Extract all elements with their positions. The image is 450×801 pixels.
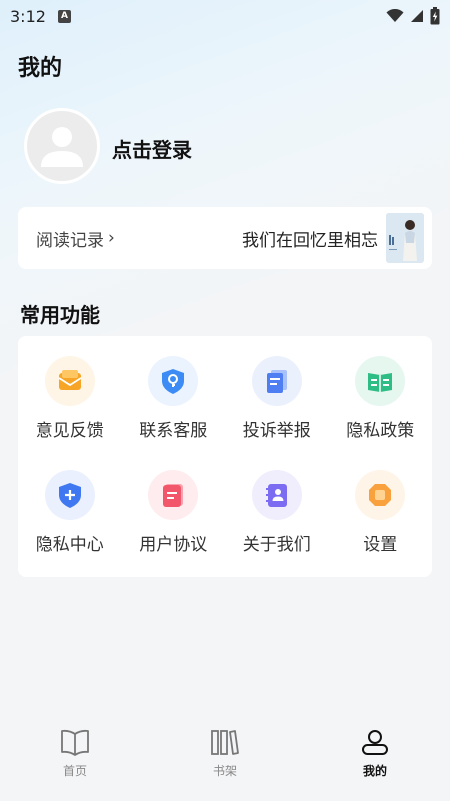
about-us-button[interactable]: 关于我们 <box>225 470 329 566</box>
battery-icon <box>430 7 440 25</box>
customer-service-icon <box>148 356 199 406</box>
wifi-icon <box>386 9 404 22</box>
feedback-icon <box>44 356 95 406</box>
complaint-report-button[interactable]: 投诉举报 <box>225 356 329 452</box>
privacy-center-label: 隐私中心 <box>35 535 104 555</box>
book-open-icon <box>61 729 89 756</box>
nav-bookshelf[interactable]: 书架 <box>175 728 275 779</box>
chevron-right-icon: › <box>108 228 115 248</box>
about-us-label: 关于我们 <box>242 535 311 555</box>
nav-profile-label: 我的 <box>362 764 387 778</box>
about-us-icon <box>251 470 302 520</box>
default-avatar-icon <box>41 127 83 167</box>
notification-icon: A <box>57 9 71 23</box>
profile-icon <box>362 730 388 755</box>
privacy-policy-label: 隐私政策 <box>346 421 415 441</box>
nav-home-label: 首页 <box>62 764 87 778</box>
signal-icon <box>411 10 423 22</box>
section-title: 常用功能 <box>20 303 100 327</box>
user-agreement-icon <box>148 470 199 520</box>
nav-profile[interactable]: 我的 <box>325 728 425 779</box>
bookshelf-icon <box>211 730 239 755</box>
user-agreement-button[interactable]: 用户协议 <box>122 470 226 566</box>
page-title: 我的 <box>18 56 63 81</box>
customer-service-button[interactable]: 联系客服 <box>122 356 226 452</box>
functions-grid: 意见反馈 联系客服 投诉举报 隐私政策 隐私中心 用户协议 关于我们 设置 <box>18 356 432 566</box>
privacy-center-button[interactable]: 隐私中心 <box>18 470 122 566</box>
feedback-label: 意见反馈 <box>35 421 104 441</box>
customer-service-label: 联系客服 <box>139 421 208 441</box>
nav-bookshelf-label: 书架 <box>212 764 237 778</box>
reading-history-label: 阅读记录 <box>36 230 104 251</box>
bottom-nav: 首页 书架 我的 <box>0 718 450 801</box>
avatar[interactable] <box>24 108 100 184</box>
nav-home[interactable]: 首页 <box>25 728 125 779</box>
reading-history-card[interactable]: 阅读记录 › 我们在回忆里相忘 <box>18 207 432 269</box>
book-cover-image[interactable] <box>386 213 424 263</box>
feedback-button[interactable]: 意见反馈 <box>18 356 122 452</box>
privacy-policy-button[interactable]: 隐私政策 <box>329 356 433 452</box>
login-button[interactable]: 点击登录 <box>112 134 192 163</box>
settings-label: 设置 <box>363 535 398 555</box>
status-bar: 3:12 A <box>0 0 450 32</box>
complaint-report-label: 投诉举报 <box>242 421 311 441</box>
settings-button[interactable]: 设置 <box>329 470 433 566</box>
status-time: 3:12 <box>10 6 46 26</box>
last-read-book-title[interactable]: 我们在回忆里相忘 <box>242 226 378 251</box>
privacy-policy-icon <box>355 356 406 406</box>
user-agreement-label: 用户协议 <box>139 535 208 555</box>
complaint-report-icon <box>251 356 302 406</box>
settings-icon <box>355 470 406 520</box>
functions-card: 意见反馈 联系客服 投诉举报 隐私政策 隐私中心 用户协议 关于我们 设置 <box>18 336 432 577</box>
privacy-center-icon <box>44 470 95 520</box>
status-icons <box>386 7 440 25</box>
